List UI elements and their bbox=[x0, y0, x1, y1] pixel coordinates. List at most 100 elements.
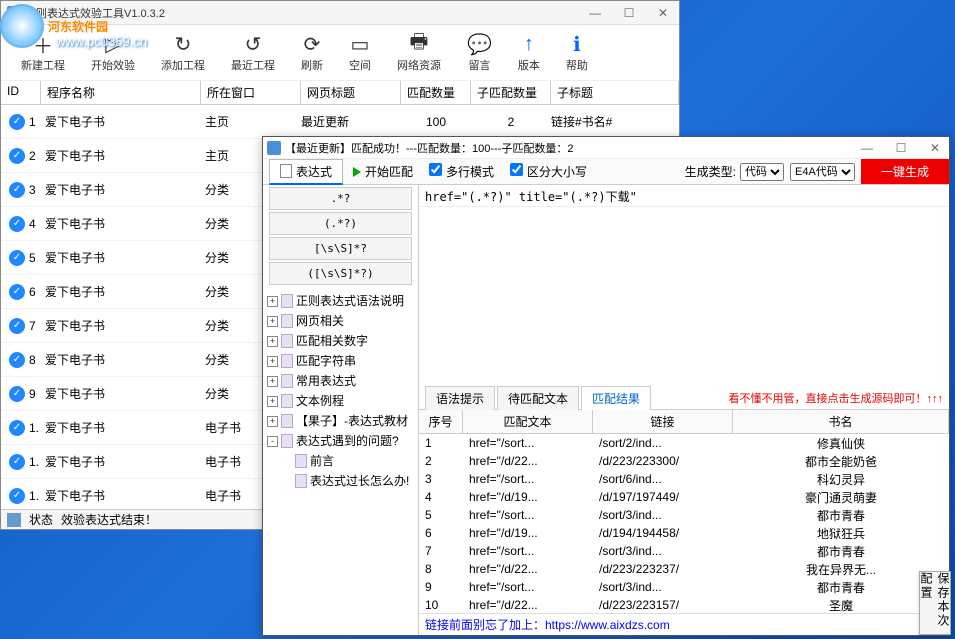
result-row[interactable]: 3href="/sort.../sort/6/ind...科幻灵异 bbox=[419, 470, 949, 488]
tree-item[interactable]: +文本例程 bbox=[267, 391, 414, 411]
result-tabs: 语法提示 待匹配文本 匹配结果 看不懂不用管，直接点击生成源码即可！↑↑↑ bbox=[419, 386, 949, 410]
toolbar-start-verify[interactable]: ▷开始效验 bbox=[81, 30, 145, 75]
rcol-text[interactable]: 匹配文本 bbox=[463, 410, 593, 433]
sub-titlebar: 【最近更新】匹配成功！---匹配数量：100---子匹配数量：2 — ☐ ✕ bbox=[263, 137, 949, 159]
gen-type-select-2[interactable]: E4A代码 bbox=[790, 163, 855, 181]
rcol-link[interactable]: 链接 bbox=[593, 410, 733, 433]
tree-item[interactable]: +匹配字符串 bbox=[267, 351, 414, 371]
tree-expand-icon[interactable]: + bbox=[267, 376, 278, 387]
regex-snippet-button[interactable]: ([\s\S]*?) bbox=[269, 262, 412, 285]
toolbar-message[interactable]: 💬留言 bbox=[457, 30, 502, 75]
tree-expand-icon[interactable]: + bbox=[267, 396, 278, 407]
status-icon bbox=[7, 513, 21, 527]
result-row[interactable]: 4href="/d/19.../d/197/197449/豪门通灵萌妻 bbox=[419, 488, 949, 506]
toolbar-help[interactable]: ℹ帮助 bbox=[556, 30, 598, 75]
tree-expand-icon[interactable]: + bbox=[267, 336, 278, 347]
sub-toolbar: 表达式 开始匹配 多行模式 区分大小写 生成类型: 代码 E4A代码 一键生成 bbox=[263, 159, 949, 185]
add-project-icon: ↻ bbox=[175, 32, 192, 56]
result-row[interactable]: 10href="/d/22.../d/223/223157/圣魔 bbox=[419, 596, 949, 613]
status-text: 效验表达式结束！ bbox=[61, 511, 157, 528]
result-row[interactable]: 6href="/d/19.../d/194/194458/地狱狂兵 bbox=[419, 524, 949, 542]
toolbar-refresh[interactable]: ⟳刷新 bbox=[291, 30, 333, 75]
result-row[interactable]: 9href="/sort.../sort/3/ind...都市青春 bbox=[419, 578, 949, 596]
tree-expand-icon[interactable]: + bbox=[267, 356, 278, 367]
tree-doc-icon bbox=[295, 454, 307, 468]
tree-expand-icon[interactable]: + bbox=[267, 296, 278, 307]
tree-item[interactable]: -表达式遇到的问题? bbox=[267, 431, 414, 451]
result-row[interactable]: 5href="/sort.../sort/3/ind...都市青春 bbox=[419, 506, 949, 524]
expression-tab[interactable]: 表达式 bbox=[269, 159, 343, 185]
sub-minimize-button[interactable]: — bbox=[857, 141, 877, 155]
check-icon: ✓ bbox=[9, 420, 25, 436]
result-row[interactable]: 2href="/d/22.../d/223/223300/都市全能奶爸 bbox=[419, 452, 949, 470]
tree-expand-icon[interactable]: - bbox=[267, 436, 278, 447]
col-subtitle[interactable]: 子标题 bbox=[551, 81, 679, 104]
tree-doc-icon bbox=[281, 374, 293, 388]
tree-item[interactable]: +匹配相关数字 bbox=[267, 331, 414, 351]
result-row[interactable]: 7href="/sort.../sort/3/ind...都市青春 bbox=[419, 542, 949, 560]
net-res-icon: 🖶 bbox=[410, 32, 429, 56]
col-id[interactable]: ID bbox=[1, 81, 41, 104]
minimize-button[interactable]: — bbox=[585, 6, 605, 20]
col-subcount[interactable]: 子匹配数量 bbox=[471, 81, 551, 104]
toolbar-add-project[interactable]: ↻添加工程 bbox=[151, 30, 215, 75]
result-row[interactable]: 8href="/d/22.../d/223/223237/我在异界无... bbox=[419, 560, 949, 578]
tab-pending[interactable]: 待匹配文本 bbox=[497, 386, 579, 410]
tab-syntax[interactable]: 语法提示 bbox=[425, 386, 495, 410]
multiline-checkbox[interactable]: 多行模式 bbox=[413, 163, 494, 180]
gen-type-select-1[interactable]: 代码 bbox=[740, 163, 784, 181]
check-icon: ✓ bbox=[9, 318, 25, 334]
toolbar-net-res[interactable]: 🖶网络资源 bbox=[387, 30, 451, 75]
maximize-button[interactable]: ☐ bbox=[619, 6, 639, 20]
col-window[interactable]: 所在窗口 bbox=[201, 81, 301, 104]
save-config-button[interactable]: 保存本次配置 bbox=[919, 571, 951, 635]
sub-maximize-button[interactable]: ☐ bbox=[891, 141, 911, 155]
toolbar-recent[interactable]: ↺最近工程 bbox=[221, 30, 285, 75]
tab-result[interactable]: 匹配结果 bbox=[581, 386, 651, 411]
recent-icon: ↺ bbox=[245, 32, 262, 56]
tree-expand-icon[interactable]: + bbox=[267, 416, 278, 427]
rcol-bookname[interactable]: 书名 bbox=[733, 410, 949, 433]
result-row[interactable]: 1href="/sort.../sort/2/ind...修真仙侠 bbox=[419, 434, 949, 452]
tree-doc-icon bbox=[281, 434, 293, 448]
tree-item[interactable]: +常用表达式 bbox=[267, 371, 414, 391]
regex-snippet-button[interactable]: .*? bbox=[269, 187, 412, 210]
tree-item[interactable]: +网页相关 bbox=[267, 311, 414, 331]
check-icon: ✓ bbox=[9, 182, 25, 198]
col-count[interactable]: 匹配数量 bbox=[401, 81, 471, 104]
tree-doc-icon bbox=[295, 474, 307, 488]
app-icon bbox=[7, 6, 21, 20]
rcol-no[interactable]: 序号 bbox=[419, 410, 463, 433]
new-project-icon: ＋ bbox=[33, 32, 53, 56]
regex-snippet-list: .*?(.*?)[\s\S]*?([\s\S]*?) bbox=[263, 185, 418, 287]
tree-child-item[interactable]: 前言 bbox=[267, 451, 414, 471]
col-name[interactable]: 程序名称 bbox=[41, 81, 201, 104]
check-icon: ✓ bbox=[9, 216, 25, 232]
expression-text[interactable]: href="(.*?)" title="(.*?)下载" bbox=[419, 185, 949, 207]
result-header: 序号 匹配文本 链接 书名 bbox=[419, 410, 949, 434]
main-toolbar: ＋新建工程▷开始效验↻添加工程↺最近工程⟳刷新▭空间🖶网络资源💬留言↑版本ℹ帮助 bbox=[1, 25, 679, 81]
space-icon: ▭ bbox=[351, 32, 370, 56]
generate-button[interactable]: 一键生成 bbox=[861, 159, 949, 184]
case-checkbox[interactable]: 区分大小写 bbox=[494, 163, 587, 180]
table-row[interactable]: ✓1 爱下电子书 主页 最近更新 100 2 链接#书名# bbox=[1, 105, 679, 139]
close-button[interactable]: ✕ bbox=[653, 6, 673, 20]
regex-snippet-button[interactable]: [\s\S]*? bbox=[269, 237, 412, 260]
message-icon: 💬 bbox=[467, 32, 492, 56]
toolbar-version[interactable]: ↑版本 bbox=[508, 30, 550, 75]
sub-close-button[interactable]: ✕ bbox=[925, 141, 945, 155]
start-match-button[interactable]: 开始匹配 bbox=[353, 163, 413, 180]
col-title[interactable]: 网页标题 bbox=[301, 81, 401, 104]
toolbar-new-project[interactable]: ＋新建工程 bbox=[11, 30, 75, 75]
tree-item[interactable]: +【果子】-表达式教材 bbox=[267, 411, 414, 431]
tree-doc-icon bbox=[281, 334, 293, 348]
tree-child-item[interactable]: 表达式过长怎么办! bbox=[267, 471, 414, 491]
help-icon: ℹ bbox=[573, 32, 581, 56]
check-icon: ✓ bbox=[9, 454, 25, 470]
tree-expand-icon[interactable]: + bbox=[267, 316, 278, 327]
tree-item[interactable]: +正则表达式语法说明 bbox=[267, 291, 414, 311]
window-controls: — ☐ ✕ bbox=[585, 6, 673, 20]
toolbar-space[interactable]: ▭空间 bbox=[339, 30, 381, 75]
gen-type-label: 生成类型: bbox=[685, 163, 736, 180]
regex-snippet-button[interactable]: (.*?) bbox=[269, 212, 412, 235]
